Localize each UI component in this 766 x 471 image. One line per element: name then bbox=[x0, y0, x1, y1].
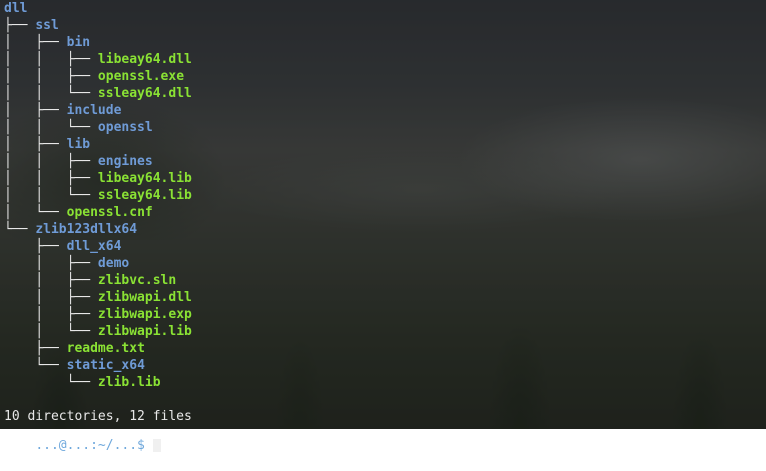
directory-name: static_x64 bbox=[66, 358, 145, 373]
tree-line: │ │ ├── libeay64.dll bbox=[4, 51, 766, 68]
tree-line: │ └── zlibwapi.lib bbox=[4, 323, 766, 340]
tree-line: │ │ └── ssleay64.dll bbox=[4, 85, 766, 102]
directory-name: ssl bbox=[35, 18, 59, 33]
file-name: zlib.lib bbox=[97, 375, 161, 390]
directory-name: dll_x64 bbox=[66, 239, 122, 254]
directory-name: engines bbox=[97, 154, 153, 169]
tree-branch: │ ├── bbox=[4, 307, 98, 322]
tree-branch: └── bbox=[4, 222, 36, 237]
tree-branch: │ └── bbox=[4, 205, 67, 220]
tree-line: │ └── openssl.cnf bbox=[4, 204, 766, 221]
file-name: ssleay64.dll bbox=[97, 86, 192, 101]
text-cursor bbox=[152, 439, 161, 452]
tree-branch: └── bbox=[4, 375, 98, 390]
tree-branch: └── bbox=[4, 358, 67, 373]
tree-line: │ ├── demo bbox=[4, 255, 766, 272]
tree-branch: │ ├── bbox=[4, 137, 67, 152]
prompt-text: ...@...:~/...$ bbox=[35, 438, 153, 453]
file-name: libeay64.lib bbox=[97, 171, 192, 186]
tree-branch: │ │ ├── bbox=[4, 52, 98, 67]
tree-line: │ ├── zlibvc.sln bbox=[4, 272, 766, 289]
file-name: zlibwapi.dll bbox=[97, 290, 192, 305]
tree-line: │ ├── bin bbox=[4, 34, 766, 51]
directory-name: openssl bbox=[97, 120, 153, 135]
tree-branch: │ ├── bbox=[4, 256, 98, 271]
file-name: openssl.exe bbox=[97, 69, 185, 84]
file-name: openssl.cnf bbox=[66, 205, 153, 220]
tree-root: dll bbox=[4, 1, 28, 16]
tree-branch: │ │ ├── bbox=[4, 171, 98, 186]
tree-branch: ├── bbox=[4, 341, 67, 356]
tree-line: ├── readme.txt bbox=[4, 340, 766, 357]
tree-branch: │ │ └── bbox=[4, 188, 98, 203]
file-name: ssleay64.lib bbox=[97, 188, 192, 203]
tree-line: └── static_x64 bbox=[4, 357, 766, 374]
file-name: readme.txt bbox=[66, 341, 145, 356]
tree-line: │ ├── zlibwapi.exp bbox=[4, 306, 766, 323]
tree-branch: │ │ └── bbox=[4, 86, 98, 101]
tree-line: │ │ ├── openssl.exe bbox=[4, 68, 766, 85]
directory-name: demo bbox=[97, 256, 130, 271]
tree-line: │ │ ├── libeay64.lib bbox=[4, 170, 766, 187]
tree-line: │ │ ├── engines bbox=[4, 153, 766, 170]
tree-branch: │ │ ├── bbox=[4, 69, 98, 84]
tree-line: │ ├── lib bbox=[4, 136, 766, 153]
tree-branch: │ ├── bbox=[4, 103, 67, 118]
tree-line: │ │ └── openssl bbox=[4, 119, 766, 136]
tree-listing: ├── ssl │ ├── bin │ │ ├── libeay64.dll │ │ … bbox=[4, 17, 766, 391]
tree-line: └── zlib.lib bbox=[4, 374, 766, 391]
directory-name: zlib123dllx64 bbox=[35, 222, 138, 237]
file-name: libeay64.dll bbox=[97, 52, 192, 67]
tree-line: └── zlib123dllx64 bbox=[4, 221, 766, 238]
tree-branch: │ ├── bbox=[4, 290, 98, 305]
directory-name: lib bbox=[66, 137, 91, 152]
tree-branch: ├── bbox=[4, 239, 67, 254]
file-name: zlibvc.sln bbox=[97, 273, 177, 288]
tree-branch: │ └── bbox=[4, 324, 98, 339]
tree-branch: │ ├── bbox=[4, 35, 67, 50]
tree-branch: │ ├── bbox=[4, 273, 98, 288]
tree-line: │ │ └── ssleay64.lib bbox=[4, 187, 766, 204]
directory-name: include bbox=[66, 103, 122, 118]
tree-line: ├── dll_x64 bbox=[4, 238, 766, 255]
directory-name: bin bbox=[66, 35, 91, 50]
tree-line: │ ├── zlibwapi.dll bbox=[4, 289, 766, 306]
tree-line: │ ├── include bbox=[4, 102, 766, 119]
tree-branch: │ │ ├── bbox=[4, 154, 98, 169]
file-name: zlibwapi.exp bbox=[97, 307, 192, 322]
tree-line: ├── ssl bbox=[4, 17, 766, 34]
terminal-window[interactable]: dll ├── ssl │ ├── bin │ │ ├── libeay64.dll… bbox=[0, 0, 766, 453]
tree-branch: ├── bbox=[4, 18, 36, 33]
file-name: zlibwapi.lib bbox=[97, 324, 192, 339]
tree-branch: │ │ └── bbox=[4, 120, 98, 135]
